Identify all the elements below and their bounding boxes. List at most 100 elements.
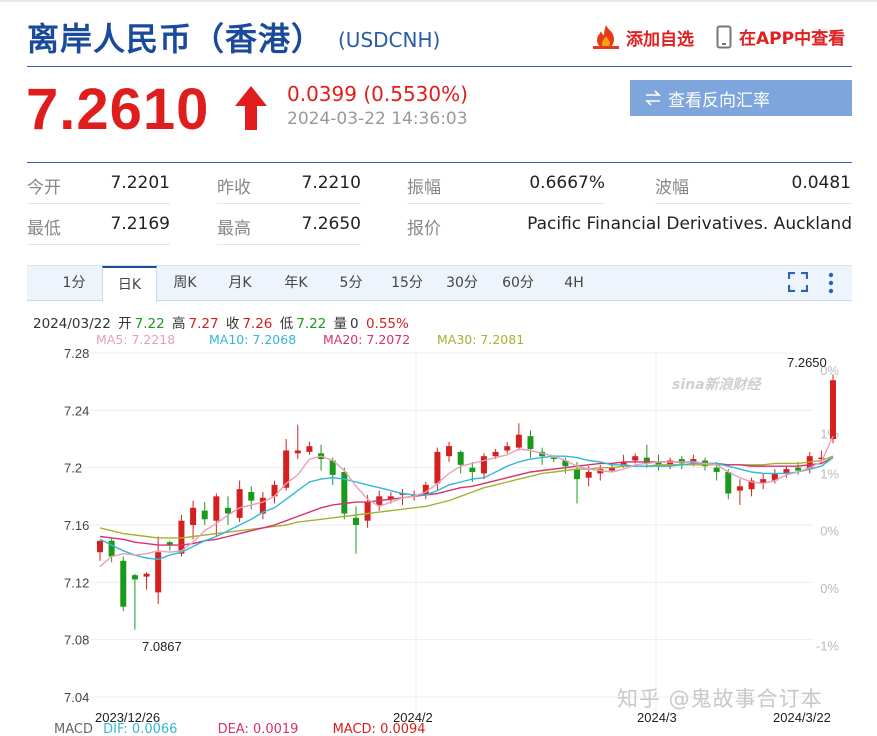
stat-underline bbox=[655, 203, 852, 204]
candle-body bbox=[515, 434, 522, 448]
candle-body bbox=[248, 492, 255, 501]
y-tick-label: 7.08 bbox=[64, 633, 89, 648]
info-high: 7.27 bbox=[188, 316, 219, 332]
open-label: 今开 bbox=[27, 178, 61, 198]
price-change: 0.0399 (0.5530%) bbox=[287, 82, 468, 106]
swap-icon bbox=[645, 90, 661, 106]
view-in-app-label: 在APP中查看 bbox=[739, 29, 846, 49]
tab-yearly-k[interactable]: 年K bbox=[269, 266, 323, 301]
stat-underline bbox=[217, 244, 361, 245]
info-high-label: 高 bbox=[171, 316, 186, 332]
candle-body bbox=[201, 510, 208, 520]
tab-weekly-k[interactable]: 周K bbox=[158, 266, 212, 301]
tab-daily-k[interactable]: 日K bbox=[102, 266, 157, 302]
info-low-label: 低 bbox=[279, 316, 294, 332]
stat-underline bbox=[27, 244, 170, 245]
candle-body bbox=[446, 446, 453, 457]
reverse-rate-button[interactable]: 查看反向汇率 bbox=[630, 80, 852, 116]
kline-chart[interactable]: 7.287.247.27.167.127.087.040%1%1%0%0%-1%… bbox=[27, 345, 852, 723]
candle-body bbox=[143, 573, 150, 577]
macd-dif: DIF: 0.0066 bbox=[103, 722, 178, 736]
candle-info-line: 2024/03/22 开 7.22 高 7.27 收 7.26 低 7.22 量0 0.… bbox=[33, 312, 412, 332]
fullscreen-icon[interactable] bbox=[788, 272, 808, 292]
info-open: 7.22 bbox=[134, 316, 165, 332]
info-close: 7.26 bbox=[242, 316, 273, 332]
page-title: 离岸人民币（香港） bbox=[27, 20, 325, 58]
info-pct: 0.55% bbox=[365, 316, 409, 332]
tab-monthly-k[interactable]: 月K bbox=[213, 266, 267, 301]
quoter-label: 报价 bbox=[407, 219, 441, 239]
fire-icon bbox=[593, 25, 619, 49]
info-vol-label: 量 bbox=[333, 316, 348, 332]
y-percent-label: 1% bbox=[820, 466, 839, 481]
amplitude-value: 0.6667% bbox=[529, 173, 605, 193]
candle-body bbox=[492, 451, 499, 457]
y-percent-label: 1% bbox=[820, 426, 839, 441]
low-value: 7.2169 bbox=[110, 214, 170, 234]
wave-value: 0.0481 bbox=[791, 173, 851, 193]
sina-logo: sina新浪财经 bbox=[672, 376, 763, 393]
candle-body bbox=[190, 507, 197, 525]
view-in-app-button[interactable]: 在APP中查看 bbox=[716, 24, 845, 49]
wave-label: 波幅 bbox=[655, 178, 689, 198]
quoter-value: Pacific Financial Derivatives. Auckland bbox=[527, 214, 852, 234]
info-open-label: 开 bbox=[118, 316, 132, 332]
high-value: 7.2650 bbox=[301, 214, 361, 234]
tab-4h[interactable]: 4H bbox=[547, 266, 601, 301]
y-tick-label: 7.24 bbox=[64, 403, 89, 418]
open-value: 7.2201 bbox=[110, 173, 170, 193]
stat-underline bbox=[27, 203, 170, 204]
tab-60min[interactable]: 60分 bbox=[491, 266, 545, 301]
quote-timestamp: 2024-03-22 14:36:03 bbox=[287, 109, 468, 129]
tab-1min[interactable]: 1分 bbox=[47, 266, 101, 301]
candle-body bbox=[574, 469, 581, 480]
info-date: 2024/03/22 bbox=[33, 316, 111, 332]
y-percent-label: 0% bbox=[820, 524, 839, 539]
candle-body bbox=[306, 446, 313, 452]
more-menu-icon[interactable] bbox=[826, 272, 836, 294]
phone-icon bbox=[716, 25, 732, 48]
macd-label: MACD bbox=[54, 722, 93, 736]
candle-body bbox=[725, 471, 732, 494]
high-annotation: 7.2650 bbox=[787, 355, 827, 370]
candle-body bbox=[632, 456, 639, 461]
candle-body bbox=[213, 496, 220, 521]
period-tab-bar: 1分 日K 周K 月K 年K 5分 15分 30分 60分 4H bbox=[27, 265, 852, 302]
candle-body bbox=[224, 507, 231, 514]
candle-body bbox=[434, 451, 441, 484]
stat-underline bbox=[217, 203, 361, 204]
up-arrow-icon bbox=[235, 86, 267, 130]
candle-body bbox=[713, 467, 720, 472]
current-price: 7.2610 bbox=[26, 77, 210, 142]
candle-body bbox=[480, 456, 487, 474]
watermark: 知乎 @鬼故事合订本 bbox=[617, 687, 823, 711]
low-label: 最低 bbox=[27, 219, 61, 239]
tab-15min[interactable]: 15分 bbox=[380, 266, 434, 301]
macd-info-line: MACD DIF: 0.0066 DEA: 0.0019 MACD: 0.009… bbox=[54, 722, 426, 736]
candle-body bbox=[236, 489, 243, 518]
candle-body bbox=[469, 467, 476, 472]
y-tick-label: 7.16 bbox=[64, 518, 89, 533]
prev-close-value: 7.2210 bbox=[301, 173, 361, 193]
macd-value: MACD: 0.0094 bbox=[332, 722, 426, 736]
tab-30min[interactable]: 30分 bbox=[435, 266, 489, 301]
candle-body bbox=[736, 486, 743, 491]
candle-body bbox=[352, 517, 359, 525]
stat-underline bbox=[407, 203, 605, 204]
candle-body bbox=[294, 450, 301, 454]
info-vol: 0 bbox=[350, 316, 359, 332]
candle-body bbox=[97, 540, 103, 553]
info-low: 7.22 bbox=[296, 316, 327, 332]
high-label: 最高 bbox=[217, 219, 251, 239]
add-favorite-button[interactable]: 添加自选 bbox=[592, 24, 694, 50]
candle-body bbox=[550, 457, 557, 460]
header-divider bbox=[27, 66, 852, 67]
amplitude-label: 振幅 bbox=[407, 178, 441, 198]
candle-body bbox=[795, 467, 802, 471]
info-close-label: 收 bbox=[225, 316, 240, 332]
stats-divider bbox=[27, 162, 852, 163]
tab-5min[interactable]: 5分 bbox=[324, 266, 378, 301]
add-favorite-label: 添加自选 bbox=[626, 29, 694, 50]
top-border bbox=[0, 0, 877, 2]
candle-body bbox=[527, 436, 534, 450]
